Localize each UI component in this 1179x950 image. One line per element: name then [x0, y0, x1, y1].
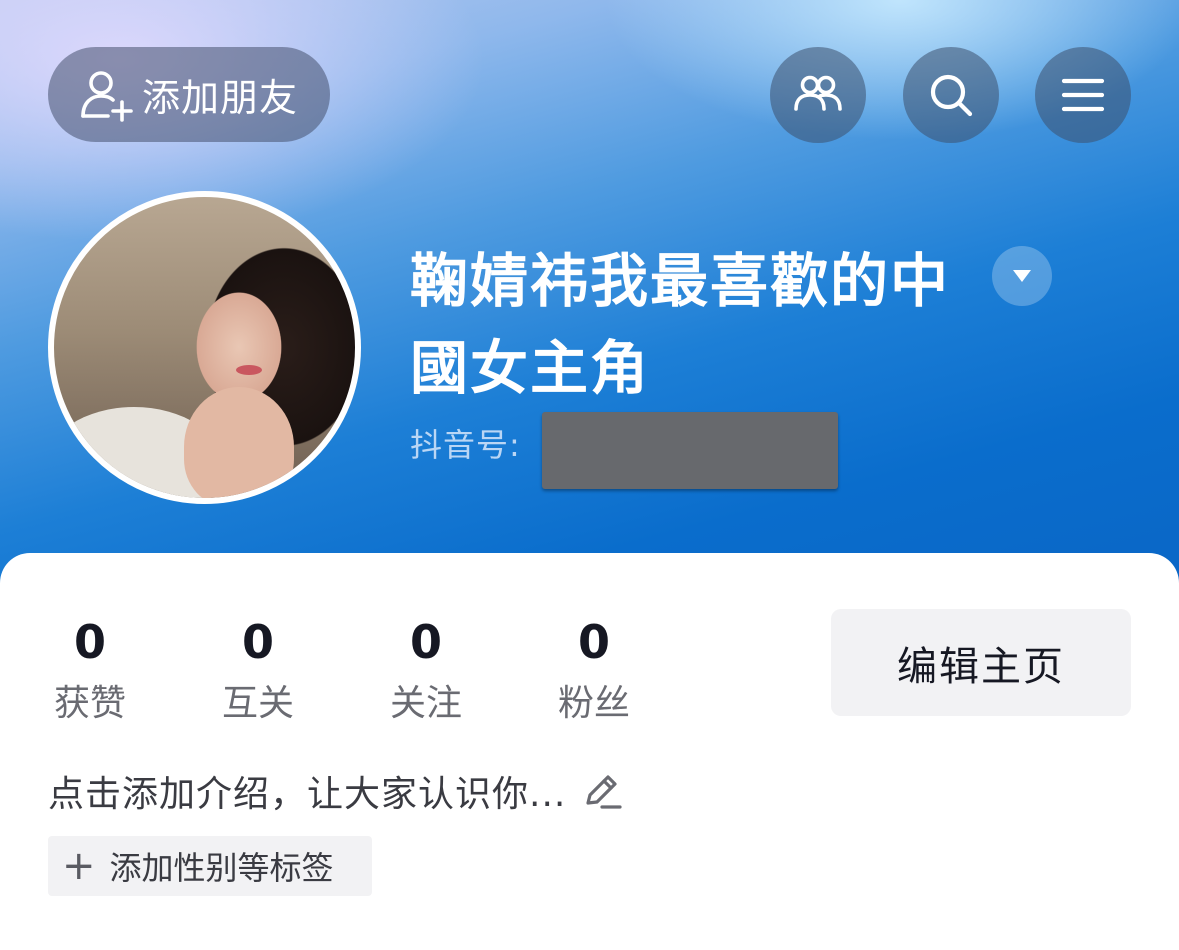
bio-add-button[interactable]: 点击添加介绍，让大家认识你... [48, 765, 624, 817]
search-icon [930, 74, 973, 117]
add-user-icon [81, 70, 133, 122]
add-friend-label: 添加朋友 [142, 76, 299, 120]
edit-pencil-icon [586, 775, 622, 809]
stat-value: 0 [577, 615, 610, 669]
plus-icon: + [62, 843, 96, 889]
avatar-photo-detail [184, 387, 294, 498]
add-tags-button[interactable]: + 添加性别等标签 [48, 836, 372, 896]
avatar-photo-detail [236, 365, 262, 375]
friends-icon [794, 75, 842, 111]
stat-likes[interactable]: 0 获赞 [45, 612, 135, 734]
avatar[interactable] [48, 191, 361, 504]
stat-label: 互关 [221, 683, 294, 724]
bio-placeholder: 点击添加介绍，让大家认识你... [48, 774, 567, 815]
add-tags-label: 添加性别等标签 [109, 849, 334, 887]
edit-profile-button[interactable]: 编辑主页 [831, 609, 1131, 716]
stat-label: 获赞 [53, 683, 126, 724]
douyin-id-redaction [542, 412, 838, 489]
caret-down-icon [1013, 270, 1031, 282]
menu-icon [1061, 78, 1105, 112]
menu-button[interactable] [1035, 47, 1131, 143]
stat-following[interactable]: 0 关注 [381, 612, 471, 734]
add-friend-button[interactable]: 添加朋友 [48, 47, 330, 142]
stat-value: 0 [73, 615, 106, 669]
profile-name: 鞠婧祎我最喜歡的中 國女主角 [410, 238, 1000, 412]
stat-mutual[interactable]: 0 互关 [213, 612, 303, 734]
account-switch-button[interactable] [992, 246, 1052, 306]
stat-value: 0 [409, 615, 442, 669]
stat-fans[interactable]: 0 粉丝 [549, 612, 639, 734]
friends-button[interactable] [770, 47, 866, 143]
profile-name-line2: 國女主角 [410, 334, 651, 402]
profile-name-line1: 鞠婧祎我最喜歡的中 [410, 247, 951, 315]
stat-label: 粉丝 [557, 683, 630, 724]
stat-value: 0 [241, 615, 274, 669]
douyin-id-label: 抖音号: [410, 426, 521, 464]
stat-label: 关注 [389, 683, 462, 724]
search-button[interactable] [903, 47, 999, 143]
